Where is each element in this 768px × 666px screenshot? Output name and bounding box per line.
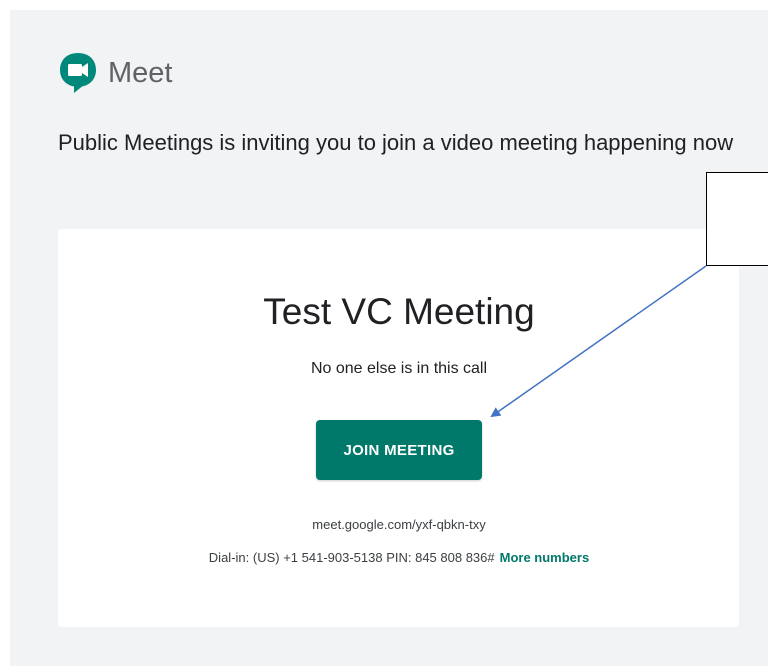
invite-text: Public Meetings is inviting you to join … (58, 130, 734, 155)
google-meet-icon (60, 53, 96, 93)
email-page: Meet Public Meetings is inviting you to … (0, 0, 768, 666)
join-meeting-button[interactable]: JOIN MEETING (316, 420, 482, 480)
meeting-link[interactable]: meet.google.com/yxf-qbkn-txy (0, 515, 768, 535)
dial-in-info: Dial-in: (US) +1 541-903-5138 PIN: 845 8… (0, 548, 768, 568)
dial-in-text: Dial-in: (US) +1 541-903-5138 PIN: 845 8… (208, 550, 495, 565)
meeting-link-text[interactable]: meet.google.com/yxf-qbkn-txy (312, 517, 485, 532)
annotation-callout-box (706, 172, 768, 266)
brand-name: Meet (108, 57, 173, 89)
meeting-title: Test VC Meeting (263, 291, 535, 332)
meet-brand: Meet (58, 51, 172, 95)
call-status: No one else is in this call (310, 360, 488, 377)
more-numbers-link[interactable]: More numbers (500, 550, 590, 565)
